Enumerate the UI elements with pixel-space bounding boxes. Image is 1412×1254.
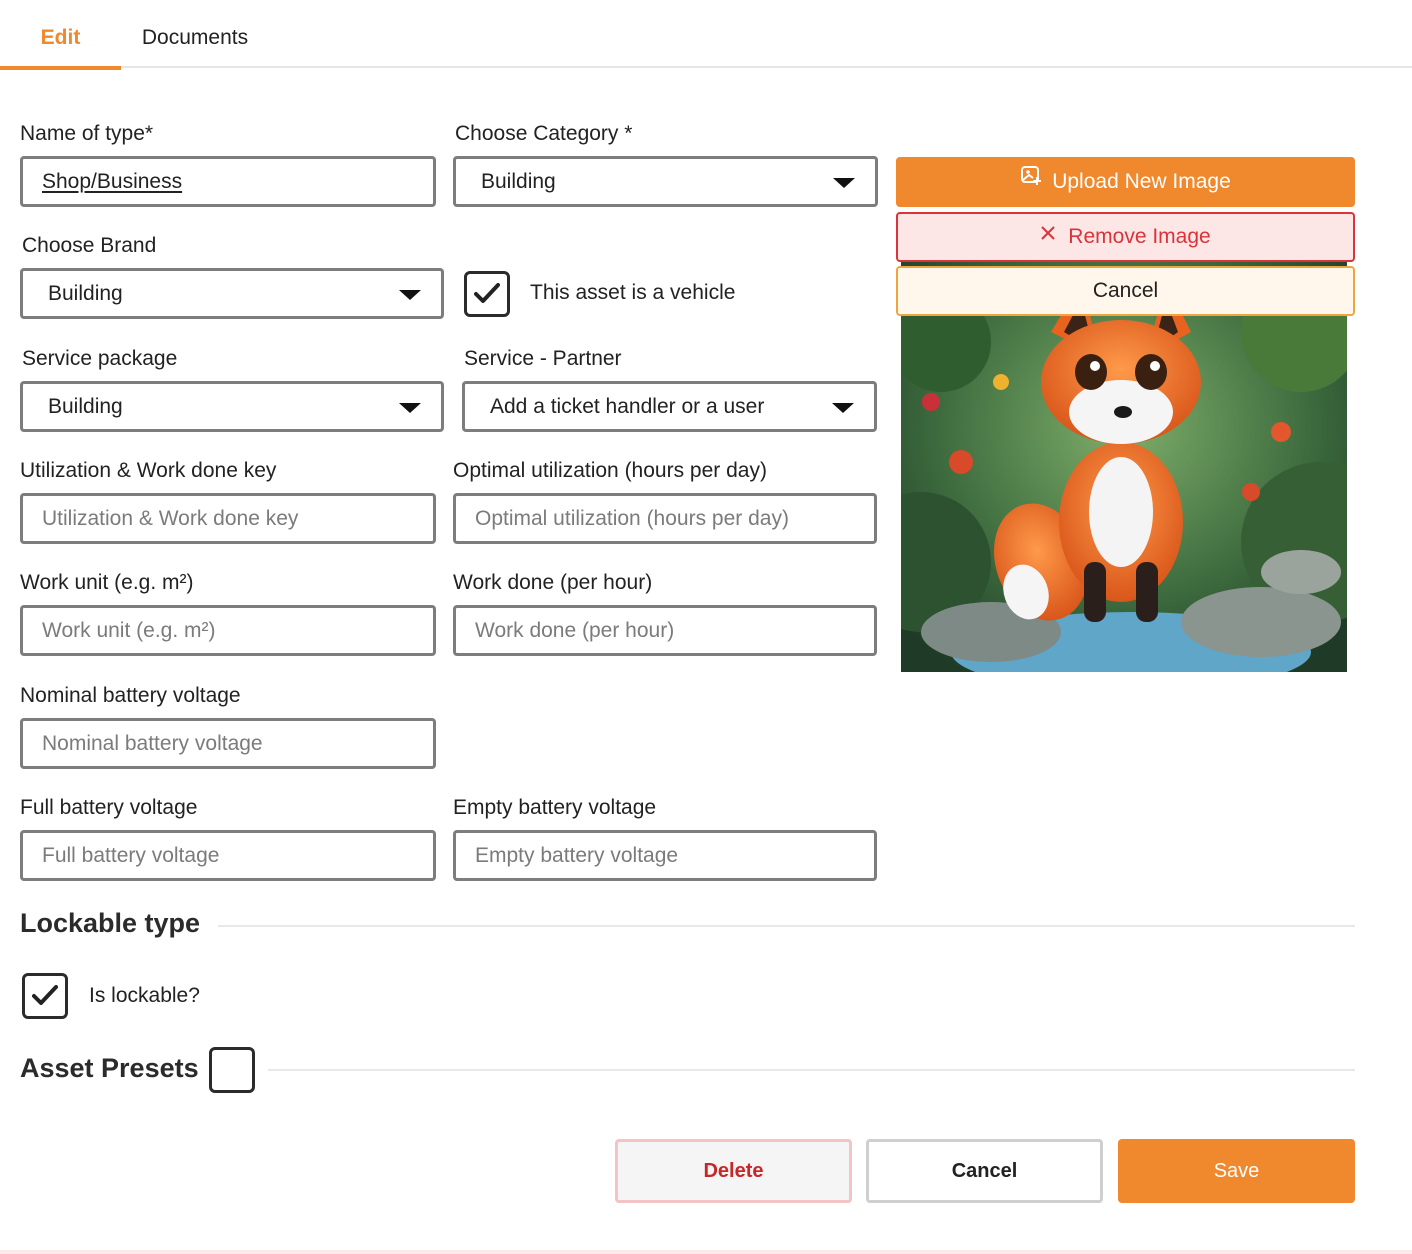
remove-image-button[interactable]: Remove Image <box>896 212 1355 262</box>
full-voltage-input[interactable]: Full battery voltage <box>20 830 436 881</box>
tab-edit[interactable]: Edit <box>0 0 121 70</box>
upload-image-label: Upload New Image <box>1052 170 1231 193</box>
category-select[interactable]: Building <box>453 156 878 207</box>
tab-documents[interactable]: Documents <box>121 0 269 68</box>
fox-illustration <box>901 262 1347 672</box>
empty-voltage-input[interactable]: Empty battery voltage <box>453 830 877 881</box>
optimal-utilization-input[interactable]: Optimal utilization (hours per day) <box>453 493 877 544</box>
utilization-key-input[interactable]: Utilization & Work done key <box>20 493 436 544</box>
chevron-down-icon <box>399 290 421 300</box>
service-package-value: Building <box>48 395 123 418</box>
chevron-down-icon <box>833 178 855 188</box>
brand-select[interactable]: Building <box>20 268 444 319</box>
checkmark-icon <box>32 985 58 1005</box>
nominal-voltage-label: Nominal battery voltage <box>20 684 241 707</box>
chevron-down-icon <box>399 403 421 413</box>
lockable-section-title: Lockable type <box>20 908 201 938</box>
category-value: Building <box>481 170 556 193</box>
empty-voltage-label: Empty battery voltage <box>453 796 657 819</box>
name-of-type-value: Shop/Business <box>42 170 183 193</box>
vehicle-checkbox[interactable] <box>464 271 510 317</box>
close-icon <box>1040 212 1056 258</box>
work-done-input[interactable]: Work done (per hour) <box>453 605 877 656</box>
section-divider <box>218 925 1355 927</box>
nominal-voltage-input[interactable]: Nominal battery voltage <box>20 718 436 769</box>
full-voltage-label: Full battery voltage <box>20 796 198 819</box>
service-partner-select[interactable]: Add a ticket handler or a user <box>462 381 877 432</box>
save-button[interactable]: Save <box>1118 1139 1355 1203</box>
name-of-type-label: Name of type* <box>20 122 154 145</box>
name-of-type-input[interactable]: Shop/Business <box>20 156 436 207</box>
service-package-label: Service package <box>22 347 178 370</box>
chevron-down-icon <box>832 403 854 413</box>
upload-image-button[interactable]: Upload New Image <box>896 157 1355 207</box>
category-label: Choose Category * <box>455 122 633 145</box>
brand-label: Choose Brand <box>22 234 157 257</box>
service-package-select[interactable]: Building <box>20 381 444 432</box>
is-lockable-label: Is lockable? <box>89 984 200 1007</box>
remove-image-label: Remove Image <box>1068 225 1211 248</box>
cancel-button[interactable]: Cancel <box>866 1139 1103 1203</box>
section-divider <box>268 1069 1355 1071</box>
brand-value: Building <box>48 282 123 305</box>
optimal-utilization-label: Optimal utilization (hours per day) <box>453 459 767 482</box>
checkmark-icon <box>474 283 500 303</box>
is-lockable-checkbox[interactable] <box>22 973 68 1019</box>
service-partner-value: Add a ticket handler or a user <box>490 395 765 418</box>
vehicle-label: This asset is a vehicle <box>530 281 736 304</box>
work-unit-input[interactable]: Work unit (e.g. m²) <box>20 605 436 656</box>
delete-button[interactable]: Delete <box>615 1139 852 1203</box>
work-unit-label: Work unit (e.g. m²) <box>20 571 194 594</box>
cancel-image-button[interactable]: Cancel <box>896 266 1355 316</box>
asset-presets-checkbox[interactable] <box>209 1047 255 1093</box>
asset-image <box>901 262 1347 672</box>
image-add-icon <box>1020 155 1042 205</box>
asset-presets-title: Asset Presets <box>20 1053 199 1083</box>
utilization-key-label: Utilization & Work done key <box>20 459 277 482</box>
service-partner-label: Service - Partner <box>464 347 622 370</box>
bottom-border <box>0 1250 1412 1254</box>
tab-bar: Edit Documents <box>0 0 1412 70</box>
work-done-label: Work done (per hour) <box>453 571 653 594</box>
